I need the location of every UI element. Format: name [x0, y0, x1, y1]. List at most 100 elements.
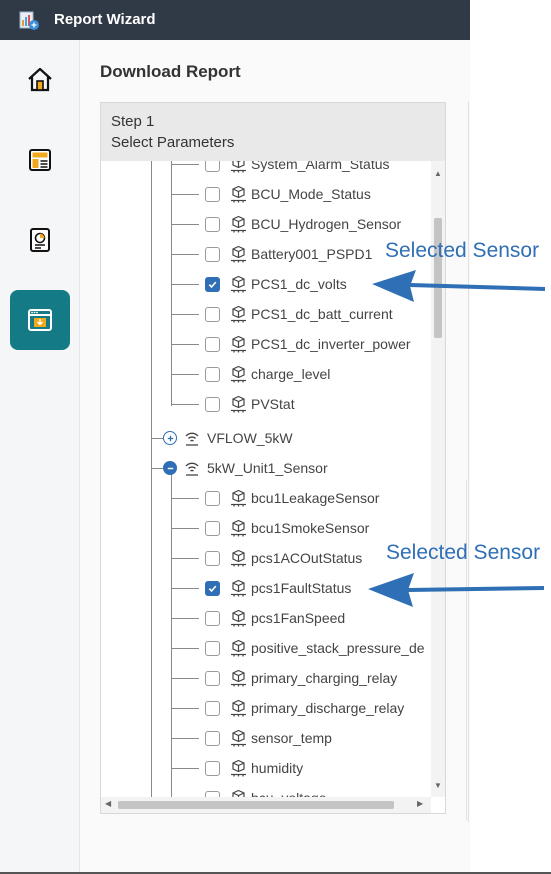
sensor-icon [231, 161, 246, 173]
collapse-minus-icon[interactable] [163, 461, 177, 475]
panel-divider [466, 480, 470, 820]
tree-leaf-item[interactable]: pcs1FaultStatus [205, 573, 351, 603]
tree-leaf-item[interactable]: PVStat [205, 389, 295, 419]
tree-leaf-item[interactable]: BCU_Hydrogen_Sensor [205, 209, 401, 239]
nav-dashboard-button[interactable] [10, 210, 70, 270]
checkbox[interactable] [205, 550, 220, 566]
tree-leaf-label: PCS1_dc_inverter_power [251, 336, 411, 352]
tree-connector [171, 474, 172, 797]
report-wizard-logo-icon [19, 11, 39, 30]
checkbox-checked[interactable] [205, 276, 220, 292]
sensor-icon [232, 789, 245, 797]
tree-leaf-label: bcu_voltage [251, 790, 327, 797]
tree-connector [171, 254, 199, 255]
sensor-icon [231, 549, 246, 567]
scroll-up-arrow-icon[interactable]: ▲ [434, 169, 442, 178]
tree-leaf-label: PCS1_dc_batt_current [251, 306, 393, 322]
checkbox[interactable] [205, 520, 220, 536]
tree-leaf-label: positive_stack_pressure_de [251, 640, 425, 656]
main-panel: Download Report Step 1 Select Parameters… [80, 40, 470, 874]
annotation-arrow-icon [368, 573, 545, 607]
tree-leaf-item[interactable]: charge_level [205, 359, 330, 389]
checkbox[interactable] [205, 490, 220, 506]
sensor-icon [231, 699, 246, 717]
tree-leaf-item[interactable]: bcu1LeakageSensor [205, 483, 379, 513]
checkbox[interactable] [205, 366, 220, 382]
checkbox[interactable] [205, 730, 220, 746]
sensor-icon [231, 639, 246, 657]
checkbox[interactable] [205, 246, 220, 262]
checkbox[interactable] [205, 161, 220, 172]
horizontal-scroll-thumb[interactable] [118, 801, 394, 809]
scroll-down-arrow-icon[interactable]: ▼ [434, 781, 442, 790]
sensor-icon [231, 215, 246, 233]
tree-connector [171, 164, 199, 165]
tree-leaf-item[interactable]: sensor_temp [205, 723, 332, 753]
nav-report-button[interactable] [10, 130, 70, 190]
tree-leaf-item[interactable]: bcu_voltage [205, 783, 327, 797]
tree-leaf-label: charge_level [251, 366, 331, 382]
tree-leaf-item[interactable]: Battery001_PSPD1 [205, 239, 372, 269]
tree-leaf-item[interactable]: bcu1SmokeSensor [205, 513, 369, 543]
tree-leaf-item[interactable]: BCU_Mode_Status [205, 179, 371, 209]
sensor-icon [231, 759, 246, 777]
tree-leaf-label: primary_charging_relay [251, 670, 398, 686]
checkbox[interactable] [205, 670, 220, 686]
sensor-icon [231, 729, 246, 747]
checkbox[interactable] [205, 186, 220, 202]
annotation-arrow-icon [372, 270, 546, 302]
tree-node-label: VFLOW_5kW [207, 430, 293, 446]
sensor-icon [231, 185, 246, 203]
tree-connector [171, 404, 199, 405]
sensor-icon [231, 305, 246, 323]
checkbox[interactable] [205, 640, 220, 656]
download-report-icon [28, 309, 52, 331]
checkbox[interactable] [205, 610, 220, 626]
tree-leaf-item[interactable]: PCS1_dc_batt_current [205, 299, 393, 329]
wireless-sensor-group-icon [185, 462, 199, 476]
tree-connector [171, 498, 199, 499]
tree-connector [171, 528, 199, 529]
tree-leaf-item[interactable]: PCS1_dc_volts [205, 269, 347, 299]
tree-leaf-label: bcu1LeakageSensor [251, 490, 380, 506]
checkmark-icon [208, 585, 217, 592]
tree-leaf-item[interactable]: System_Alarm_Status [205, 161, 390, 179]
horizontal-scrollbar[interactable]: ◀ ▶ [101, 797, 431, 813]
expand-plus-icon[interactable] [163, 431, 177, 445]
checkbox[interactable] [205, 216, 220, 232]
tree-connector [171, 194, 199, 195]
nav-home-button[interactable] [10, 50, 70, 110]
tree-connector [171, 768, 199, 769]
checkbox[interactable] [205, 336, 220, 352]
checkbox[interactable] [205, 306, 220, 322]
tree-leaf-item[interactable]: primary_charging_relay [205, 663, 397, 693]
tree-leaf-label: PCS1_dc_volts [251, 276, 347, 292]
tree-leaf-item[interactable]: positive_stack_pressure_de [205, 633, 425, 663]
tree-leaf-label: PVStat [251, 396, 295, 412]
tree-leaf-item[interactable]: pcs1ACOutStatus [205, 543, 362, 573]
tree-connector [171, 738, 199, 739]
step-subtitle: Select Parameters [111, 134, 235, 151]
nav-download-report-button[interactable] [10, 290, 70, 350]
tree-leaf-item[interactable]: pcs1FanSpeed [205, 603, 345, 633]
tree-leaf-label: sensor_temp [251, 730, 332, 746]
tree-leaf-label: pcs1FaultStatus [251, 580, 352, 596]
checkbox-checked[interactable] [205, 580, 220, 596]
sensor-icon [231, 609, 246, 627]
parameter-tree: System_Alarm_Status BCU_Mode_Status BCU_Hy… [101, 161, 431, 797]
home-icon [28, 67, 52, 92]
tree-leaf-item[interactable]: PCS1_dc_inverter_power [205, 329, 411, 359]
tree-connector [171, 284, 199, 285]
tree-node-vflow[interactable]: VFLOW_5kW [163, 423, 293, 453]
checkbox[interactable] [205, 760, 220, 776]
tree-connector [151, 161, 152, 797]
checkbox[interactable] [205, 700, 220, 716]
tree-leaf-item[interactable]: primary_discharge_relay [205, 693, 404, 723]
scroll-left-arrow-icon[interactable]: ◀ [105, 799, 111, 808]
checkbox[interactable] [205, 396, 220, 412]
top-bar: Report Wizard [0, 0, 470, 40]
scroll-right-arrow-icon[interactable]: ▶ [417, 799, 423, 808]
tree-node-5kw-unit1[interactable]: 5kW_Unit1_Sensor [163, 453, 328, 483]
tree-leaf-item[interactable]: humidity [205, 753, 303, 783]
dashboard-icon [30, 228, 50, 252]
